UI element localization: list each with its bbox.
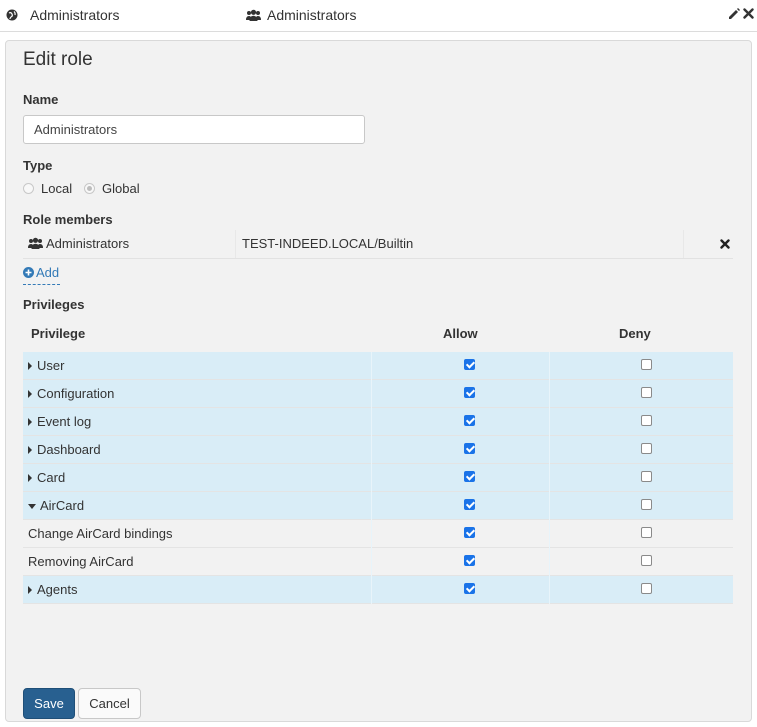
globe-icon xyxy=(6,9,18,21)
privilege-row[interactable]: Agents xyxy=(23,576,733,604)
privilege-label: Removing AirCard xyxy=(28,554,134,569)
add-member-link[interactable]: Add xyxy=(23,265,61,285)
name-label: Name xyxy=(23,92,59,107)
privileges-table: User Configuration Event log Dashboard Card A… xyxy=(23,352,733,604)
remove-member-icon[interactable] xyxy=(720,239,730,249)
privilege-label: Card xyxy=(37,470,66,485)
cancel-button[interactable]: Cancel xyxy=(78,688,141,719)
type-global-radio[interactable] xyxy=(84,183,95,194)
page-title: Edit role xyxy=(23,49,93,70)
allow-checkbox[interactable] xyxy=(464,471,475,482)
pencil-icon[interactable] xyxy=(728,8,740,20)
allow-checkbox[interactable] xyxy=(464,583,475,594)
breadcrumb-title: Administrators xyxy=(30,7,120,23)
type-label: Type xyxy=(23,158,53,173)
privileges-label: Privileges xyxy=(23,297,85,312)
caret-right-icon[interactable] xyxy=(28,446,32,454)
allow-checkbox[interactable] xyxy=(464,443,475,454)
top-bar: Administrators Administrators xyxy=(0,0,757,32)
deny-checkbox[interactable] xyxy=(641,471,652,482)
users-icon xyxy=(28,237,43,249)
plus-circle-icon xyxy=(23,267,34,278)
privilege-label: Agents xyxy=(37,582,78,597)
users-icon xyxy=(246,9,261,21)
caret-right-icon[interactable] xyxy=(28,586,32,594)
save-button[interactable]: Save xyxy=(23,688,75,719)
privilege-label: Change AirCard bindings xyxy=(28,526,173,541)
allow-checkbox[interactable] xyxy=(464,359,475,370)
column-header-allow: Allow xyxy=(443,326,478,341)
column-header-deny: Deny xyxy=(619,326,651,341)
column-header-privilege: Privilege xyxy=(31,326,86,341)
allow-checkbox[interactable] xyxy=(464,387,475,398)
member-domain: TEST-INDEED.LOCAL/Builtin xyxy=(242,236,414,251)
close-icon[interactable] xyxy=(743,8,754,19)
privilege-label: Configuration xyxy=(37,386,115,401)
deny-checkbox[interactable] xyxy=(641,359,652,370)
deny-checkbox[interactable] xyxy=(641,527,652,538)
type-local-label: Local xyxy=(41,181,73,196)
deny-checkbox[interactable] xyxy=(641,499,652,510)
allow-checkbox[interactable] xyxy=(464,527,475,538)
deny-checkbox[interactable] xyxy=(641,555,652,566)
caret-right-icon[interactable] xyxy=(28,418,32,426)
role-members-label: Role members xyxy=(23,212,113,227)
privilege-label: Event log xyxy=(37,414,92,429)
deny-checkbox[interactable] xyxy=(641,415,652,426)
role-title: Administrators xyxy=(267,7,357,23)
type-global-label: Global xyxy=(102,181,140,196)
allow-checkbox[interactable] xyxy=(464,555,475,566)
allow-checkbox[interactable] xyxy=(464,415,475,426)
add-member-label: Add xyxy=(36,265,60,280)
privilege-label: Dashboard xyxy=(37,442,101,457)
member-name: Administrators xyxy=(46,236,130,251)
privilege-row[interactable]: Configuration xyxy=(23,380,733,408)
privilege-row[interactable]: User xyxy=(23,352,733,380)
allow-checkbox[interactable] xyxy=(464,499,475,510)
name-input[interactable] xyxy=(23,115,365,144)
caret-right-icon[interactable] xyxy=(28,362,32,370)
privilege-row: Change AirCard bindings xyxy=(23,520,733,548)
deny-checkbox[interactable] xyxy=(641,443,652,454)
privilege-label: AirCard xyxy=(40,498,85,513)
privilege-label: User xyxy=(37,358,65,373)
privilege-row: Removing AirCard xyxy=(23,548,733,576)
caret-right-icon[interactable] xyxy=(28,390,32,398)
privilege-row[interactable]: Event log xyxy=(23,408,733,436)
deny-checkbox[interactable] xyxy=(641,583,652,594)
caret-right-icon[interactable] xyxy=(28,474,32,482)
member-row: Administrators TEST-INDEED.LOCAL/Builtin xyxy=(23,230,733,259)
privilege-row[interactable]: AirCard xyxy=(23,492,733,520)
caret-down-icon[interactable] xyxy=(28,504,36,509)
type-local-radio[interactable] xyxy=(23,183,34,194)
privilege-row[interactable]: Dashboard xyxy=(23,436,733,464)
deny-checkbox[interactable] xyxy=(641,387,652,398)
privilege-row[interactable]: Card xyxy=(23,464,733,492)
